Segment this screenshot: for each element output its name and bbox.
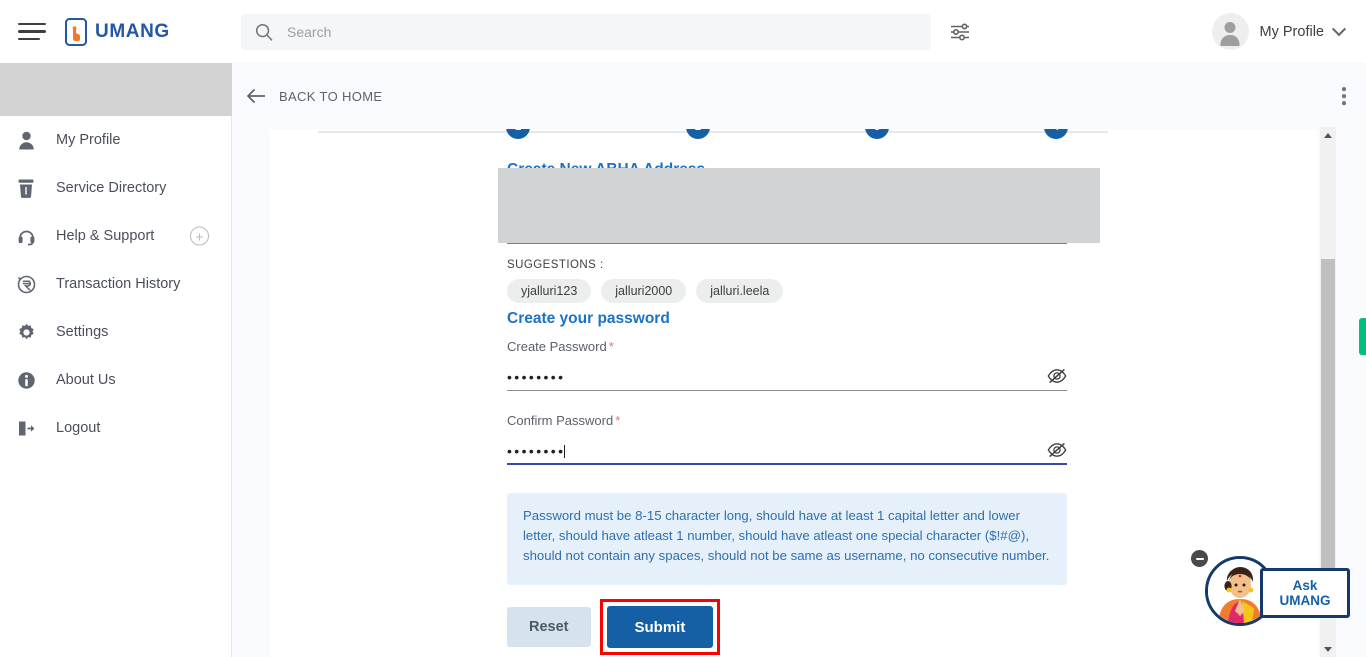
suggestion-chip[interactable]: yjalluri123	[507, 279, 592, 303]
stepper-step-4[interactable]: 4	[1044, 129, 1068, 139]
hamburger-line	[18, 37, 40, 41]
person-icon	[14, 128, 38, 152]
sidebar-item-label: My Profile	[56, 132, 121, 148]
filter-sliders-icon[interactable]	[949, 22, 971, 42]
kebab-dot	[1342, 94, 1346, 98]
umang-phone-hand-logo-icon	[65, 17, 87, 46]
logout-icon	[14, 416, 38, 440]
top-navigation-bar: UMANG My Profile	[0, 0, 1366, 63]
directory-icon	[14, 176, 38, 200]
confirm-password-label-text: Confirm Password	[507, 413, 614, 428]
required-asterisk: *	[608, 339, 614, 354]
hamburger-menu-icon[interactable]	[18, 21, 48, 43]
confirm-password-value: ••••••••	[507, 443, 566, 459]
create-password-label-text: Create Password	[507, 339, 607, 354]
scroll-down-arrow-icon[interactable]	[1320, 641, 1336, 657]
gear-icon	[14, 320, 38, 344]
suggestion-chip[interactable]: jalluri.leela	[696, 279, 784, 303]
chevron-down-icon[interactable]	[1331, 21, 1347, 36]
feedback-tab[interactable]	[1359, 318, 1366, 355]
sidebar-item-help-and-support[interactable]: Help & Support +	[0, 212, 231, 260]
hamburger-line	[18, 30, 46, 33]
create-password-section-title: Create your password	[507, 310, 670, 327]
sidebar-item-logout[interactable]: Logout	[0, 404, 231, 452]
plus-circle-icon[interactable]: +	[190, 226, 209, 246]
required-asterisk: *	[615, 413, 621, 428]
password-requirements-hint: Password must be 8-15 character long, sh…	[507, 493, 1067, 585]
suggestions-label: SUGGESTIONS :	[507, 259, 604, 271]
suggestion-chip[interactable]: jalluri2000	[601, 279, 687, 303]
profile-name-label: My Profile	[1259, 23, 1324, 40]
minus-glyph	[1195, 557, 1204, 560]
info-icon	[14, 368, 38, 392]
sidebar-item-about-us[interactable]: About Us	[0, 356, 231, 404]
sidebar-item-my-profile[interactable]: My Profile	[0, 116, 231, 164]
headset-icon	[14, 224, 38, 248]
brand-name: UMANG	[95, 20, 170, 42]
redacted-abha-input-region	[498, 168, 1100, 243]
kebab-dot	[1342, 101, 1346, 105]
sidebar-navigation: My Profile Service Directory Help & Supp…	[0, 63, 232, 657]
sidebar-item-label: Help & Support	[56, 228, 155, 244]
kebab-dot	[1342, 87, 1346, 91]
eye-off-icon[interactable]	[1047, 368, 1067, 384]
submit-button[interactable]: Submit	[606, 606, 714, 648]
sidebar-item-service-directory[interactable]: Service Directory	[0, 164, 231, 212]
create-password-value[interactable]: ••••••••	[507, 370, 565, 384]
ask-umang-line2: UMANG	[1279, 593, 1331, 608]
history-rupee-icon	[14, 272, 38, 296]
profile-menu[interactable]: My Profile	[1211, 13, 1347, 50]
ask-umang-bubble[interactable]: Ask UMANG	[1260, 568, 1350, 618]
sidebar-item-label: Service Directory	[56, 180, 167, 196]
content-subheader: BACK TO HOME	[232, 63, 1366, 129]
text-cursor	[564, 445, 566, 458]
scroll-up-arrow-icon[interactable]	[1320, 127, 1336, 143]
suggestions-list: yjalluri123 jalluri2000 jalluri.leela	[507, 279, 784, 303]
abha-creation-card: 1 2 3 4 Create New ABHA Address SUGGESTI…	[270, 129, 1318, 657]
form-action-buttons: Reset Submit	[507, 599, 721, 655]
create-password-field: Create Password * ••••••••	[507, 339, 1067, 391]
sidebar-redacted-header	[0, 63, 232, 116]
confirm-password-field: Confirm Password * ••••••••	[507, 413, 1067, 465]
abha-input-underline	[507, 243, 1067, 245]
submit-highlight-outline: Submit	[599, 599, 721, 655]
ask-umang-chat-widget[interactable]: Ask UMANG	[1191, 548, 1350, 626]
back-to-home-label: BACK TO HOME	[279, 88, 383, 104]
confirm-password-underline-focused	[507, 463, 1067, 465]
app-root: UMANG My Profile	[0, 0, 1366, 657]
create-password-label: Create Password *	[507, 339, 1067, 354]
hamburger-line	[18, 22, 46, 26]
stepper-step-3[interactable]: 3	[865, 129, 889, 139]
create-password-underline	[507, 389, 1067, 391]
sidebar-item-settings[interactable]: Settings	[0, 308, 231, 356]
search-input[interactable]	[287, 24, 887, 40]
arrow-left-icon	[246, 88, 266, 104]
confirm-password-input-row[interactable]: ••••••••	[507, 442, 1067, 465]
sidebar-item-label: About Us	[56, 372, 116, 388]
create-password-input-row[interactable]: ••••••••	[507, 368, 1067, 391]
minimize-icon[interactable]	[1191, 550, 1208, 567]
eye-off-icon[interactable]	[1047, 442, 1067, 458]
search-icon	[255, 23, 273, 41]
arrow-up-glyph	[1324, 132, 1332, 138]
umang-brand[interactable]: UMANG	[65, 17, 170, 46]
sidebar-item-label: Logout	[56, 420, 101, 436]
stepper-step-2[interactable]: 2	[686, 129, 710, 139]
sidebar-item-transaction-history[interactable]: Transaction History	[0, 260, 231, 308]
ask-umang-line1: Ask	[1292, 577, 1318, 593]
stepper-step-1[interactable]: 1	[506, 129, 530, 139]
progress-stepper: 1 2 3 4	[270, 129, 1318, 149]
back-to-home-button[interactable]: BACK TO HOME	[246, 88, 382, 104]
confirm-password-value-wrap[interactable]: ••••••••	[507, 443, 566, 459]
sidebar-item-label: Transaction History	[56, 276, 181, 292]
stepper-connector-line	[318, 131, 1108, 133]
search-bar[interactable]	[241, 14, 931, 50]
reset-button[interactable]: Reset	[507, 607, 591, 647]
sidebar-item-label: Settings	[56, 324, 109, 340]
user-avatar-icon	[1211, 13, 1249, 50]
more-vertical-icon[interactable]	[1342, 87, 1346, 105]
arrow-down-glyph	[1324, 646, 1332, 652]
scrollbar-thumb[interactable]	[1321, 259, 1335, 577]
confirm-password-label: Confirm Password *	[507, 413, 1067, 428]
